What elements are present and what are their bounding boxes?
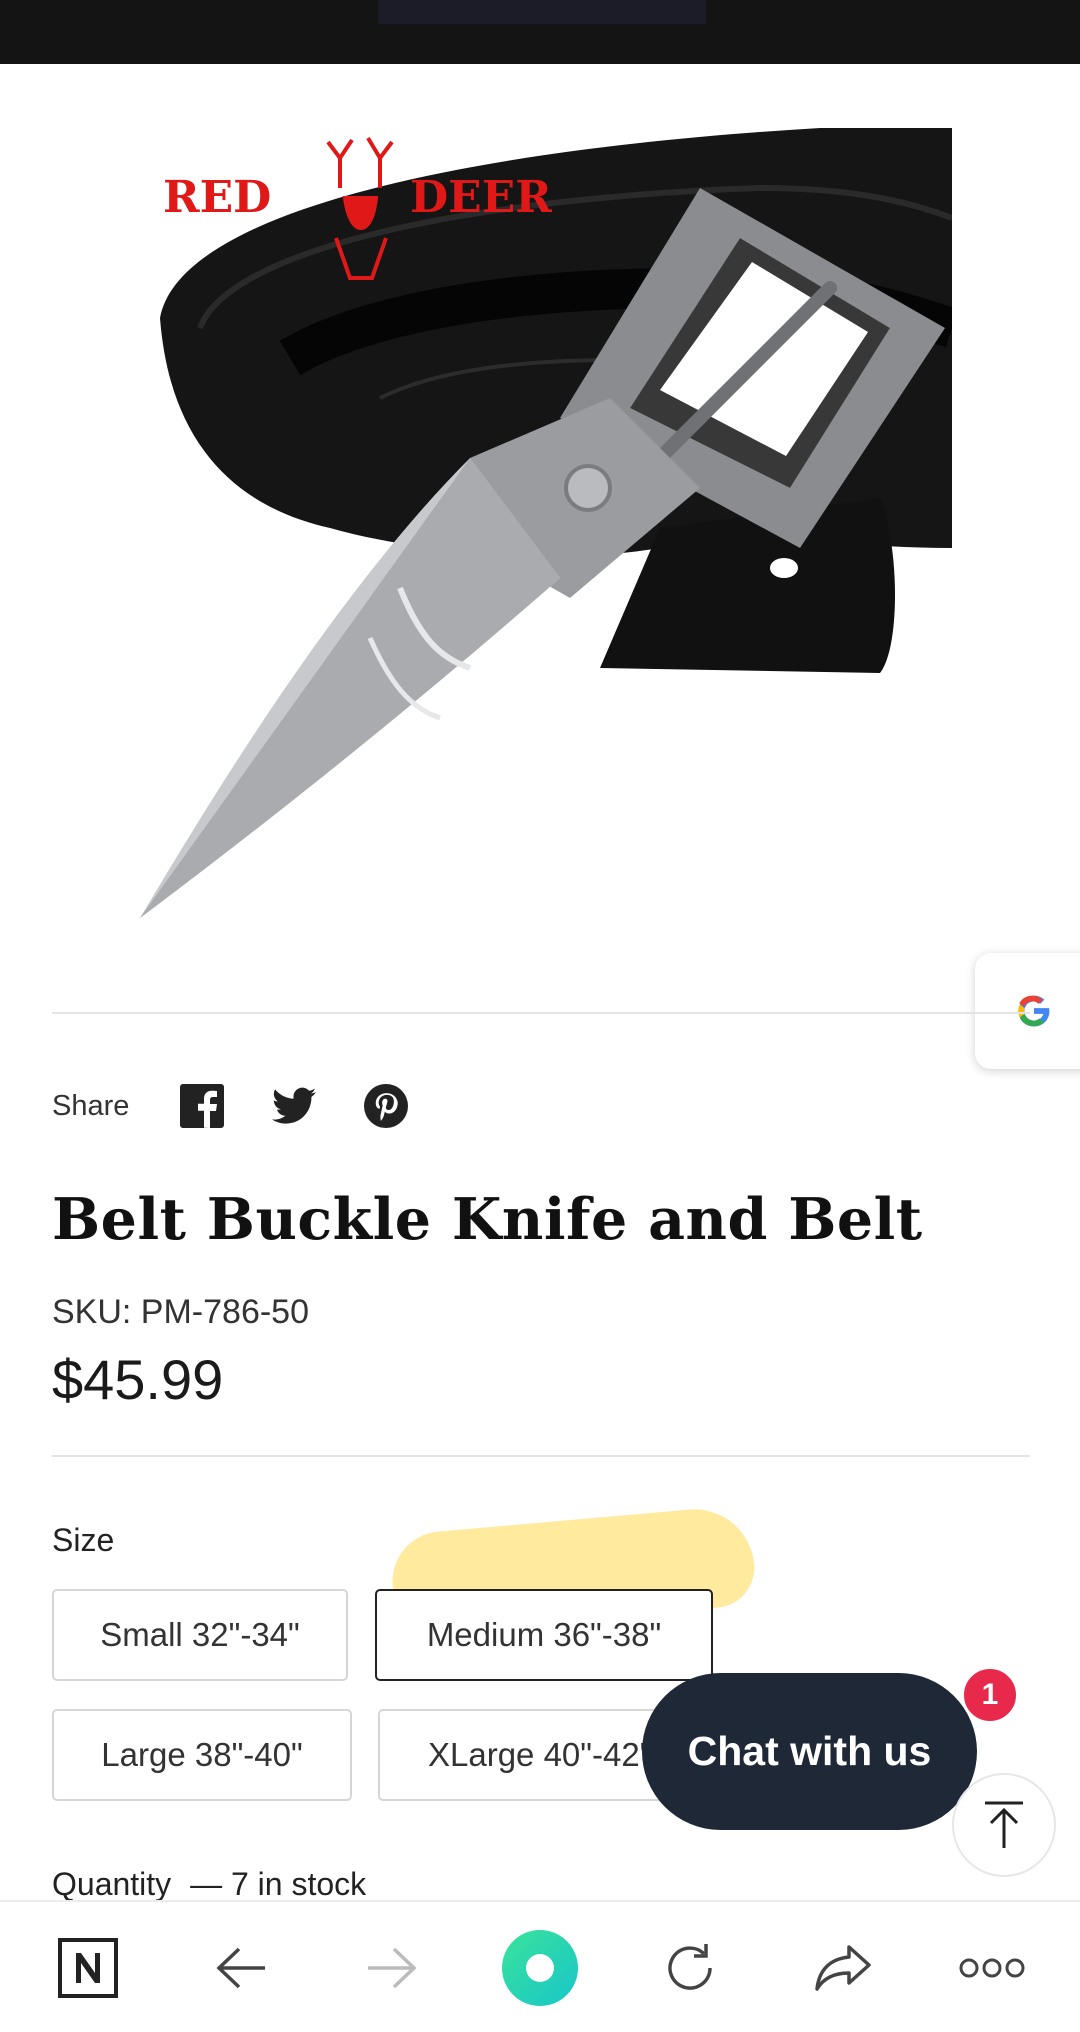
size-option-label: Medium 36"-38"	[426, 1616, 662, 1653]
size-option-large[interactable]: Large 38"-40"	[52, 1709, 352, 1801]
product-sku: SKU: PM-786-50	[52, 1293, 309, 1331]
google-translate-badge[interactable]	[975, 953, 1080, 1069]
pinterest-icon[interactable]	[363, 1083, 409, 1129]
refresh-icon[interactable]	[635, 1902, 745, 2032]
size-option-label: Small 32"-34"	[100, 1616, 300, 1653]
forward-arrow-icon[interactable]	[336, 1902, 446, 2032]
size-option-small[interactable]: Small 32"-34"	[52, 1589, 348, 1681]
product-price: $45.99	[52, 1348, 224, 1411]
chat-notification-badge: 1	[961, 1666, 1019, 1724]
size-label: Size	[52, 1522, 115, 1558]
browser-bottom-bar	[0, 1900, 1080, 2032]
quantity-text: Quantity	[52, 1866, 172, 1902]
twitter-icon[interactable]	[271, 1083, 317, 1129]
google-icon	[1018, 995, 1051, 1027]
back-arrow-icon[interactable]	[187, 1902, 297, 2032]
n-logo-icon[interactable]	[33, 1902, 143, 2032]
product-title: Belt Buckle Knife and Belt	[52, 1186, 923, 1253]
chat-with-us-button[interactable]: Chat with us	[642, 1673, 977, 1830]
quantity-label: Quantity — 7 in stock	[52, 1866, 366, 1903]
product-image[interactable]: RED DEER	[140, 128, 958, 928]
facebook-icon[interactable]	[179, 1083, 225, 1129]
more-dots-icon[interactable]	[937, 1902, 1047, 2032]
home-circle-icon[interactable]	[485, 1902, 595, 2032]
share-icon[interactable]	[788, 1902, 898, 2032]
svg-text:RED: RED	[163, 172, 271, 223]
share-row: Share	[52, 1080, 455, 1132]
scroll-to-top-button[interactable]	[952, 1773, 1056, 1877]
chat-button-label: Chat with us	[687, 1728, 932, 1774]
top-status-bar	[0, 0, 1080, 64]
size-option-label: XLarge 40"-42"	[428, 1736, 652, 1773]
price-divider	[52, 1455, 1030, 1457]
stock-text: — 7 in stock	[190, 1866, 367, 1902]
share-label: Share	[52, 1089, 130, 1122]
top-bar-accent	[378, 0, 706, 24]
arrow-up-icon	[985, 1801, 1023, 1848]
size-option-medium[interactable]: Medium 36"-38"	[375, 1589, 713, 1681]
size-option-label: Large 38"-40"	[101, 1736, 303, 1773]
image-divider	[52, 1012, 1030, 1014]
svg-text:DEER: DEER	[410, 172, 552, 223]
